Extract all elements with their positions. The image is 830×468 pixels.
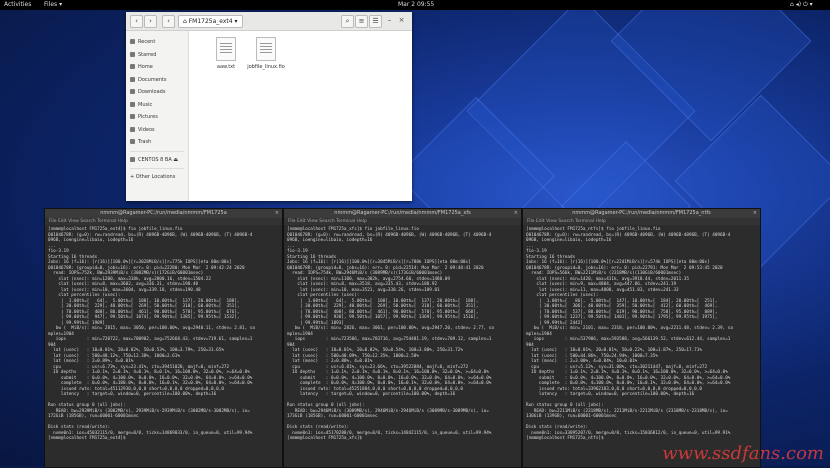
path-up-icon[interactable]: ‹	[162, 15, 175, 28]
music-icon	[130, 101, 135, 107]
terminal-line: [nmmm@localhost FM1725a_ext4]$	[48, 436, 129, 441]
files-window[interactable]: ‹ › ‹ ⌂ FM1725a_ext4 ▾ ⌕ ≡ ☰ – × Recent …	[126, 12, 412, 201]
terminal-line: bw ( MiB/s): min= 2815, max= 3050, per=1…	[48, 326, 255, 331]
terminal-window-xfs[interactable]: nmmm@Ragamer-PC:/run/media/nmmm/FM1725a_…	[283, 208, 522, 468]
terminal-menubar[interactable]: File Edit View Search Terminal Help	[523, 218, 760, 225]
sidebar-item-starred[interactable]: Starred	[126, 49, 188, 62]
trash-icon	[130, 139, 135, 144]
back-button[interactable]: ‹	[130, 15, 143, 28]
text-file-icon	[256, 37, 276, 61]
top-bar: Activities Files ▾ Mar 2 09:55 ⌂ ◂) ⏻ ▾	[0, 0, 830, 10]
watermark: www.ssdfans.com	[662, 443, 824, 464]
terminal-output[interactable]: [nmmm@localhost FM1725a_xfs]$ fio jobfil…	[284, 226, 521, 467]
terminal-line: IO depths : 1=0.1%, 2=0.1%, 4=0.1%, 8=0.…	[48, 370, 250, 375]
search-icon[interactable]: ⌕	[341, 15, 354, 28]
file-item[interactable]: jobfile_linux.fio	[246, 37, 286, 70]
sidebar-item-videos[interactable]: Videos	[126, 124, 188, 137]
terminal-output[interactable]: [nmmm@localhost FM1725a_ext4]$ fio jobfi…	[45, 226, 282, 467]
forward-button[interactable]: ›	[144, 15, 157, 28]
terminal-window-ext4[interactable]: nmmm@Ragamer-PC:/run/media/nmmm/FM1725a …	[44, 208, 283, 468]
terminal-menubar[interactable]: File Edit View Search Terminal Help	[284, 218, 521, 225]
disc-icon	[130, 156, 135, 162]
minimize-icon[interactable]: –	[384, 15, 395, 26]
sidebar-item-other-locations[interactable]: + Other Locations	[126, 171, 188, 184]
close-icon[interactable]: ×	[514, 209, 518, 218]
close-icon[interactable]: ×	[396, 15, 407, 26]
terminal-line: iops : min=723506, max=783716, avg=75448…	[287, 337, 492, 342]
download-icon	[130, 89, 135, 94]
picture-icon	[130, 114, 135, 119]
close-icon[interactable]: ×	[275, 209, 279, 218]
terminal-line: complete : 0=0.0%, 4=100.0%, 8=0.0%, 16=…	[48, 381, 253, 386]
sidebar-item-centos[interactable]: CENTOS 8 BA ⏏	[126, 154, 188, 167]
view-toggle-icon[interactable]: ≡	[355, 15, 368, 28]
video-icon	[130, 126, 135, 132]
path-segment: FM1725a_ext4	[188, 18, 233, 25]
terminal-line: IO depths : 1=0.1%, 2=0.1%, 4=0.1%, 8=0.…	[287, 370, 489, 375]
clock[interactable]: Mar 2 09:55	[398, 0, 434, 10]
sidebar-item-documents[interactable]: Documents	[126, 74, 188, 87]
terminal-output[interactable]: [nmmm@localhost FM1725a_ntfs]$ fio jobfi…	[523, 226, 760, 467]
app-menu[interactable]: Files ▾	[44, 0, 62, 10]
star-icon	[130, 51, 135, 57]
sidebar-item-home[interactable]: Home	[126, 61, 188, 74]
activities-button[interactable]: Activities	[4, 0, 31, 10]
terminal-line: iops : min=720722, max=780902, avg=75266…	[48, 337, 253, 342]
terminal-line: bw ( MiB/s): min= 2826, max= 3061, per=1…	[287, 326, 494, 331]
files-sidebar: Recent Starred Home Documents Downloads …	[126, 31, 189, 201]
system-tray[interactable]: ⌂ ◂) ⏻ ▾	[790, 0, 813, 10]
terminal-menubar[interactable]: File Edit View Search Terminal Help	[45, 218, 282, 225]
clock-icon	[130, 39, 135, 44]
close-icon[interactable]: ×	[753, 209, 757, 218]
terminal-line: complete : 0=0.0%, 4=100.0%, 8=0.0%, 16=…	[287, 381, 492, 386]
files-titlebar[interactable]: ‹ › ‹ ⌂ FM1725a_ext4 ▾ ⌕ ≡ ☰ – ×	[126, 12, 412, 31]
text-file-icon	[216, 37, 236, 61]
terminal-titlebar[interactable]: nmmm@Ragamer-PC:/run/media/nmmm/FM1725a_…	[284, 209, 521, 218]
terminal-line: bw ( MiB/s): min= 2101, max= 2318, per=1…	[526, 326, 733, 331]
sidebar-item-downloads[interactable]: Downloads	[126, 86, 188, 99]
terminal-line: [nmmm@localhost FM1725a_ntfs]$	[526, 436, 607, 441]
terminal-titlebar[interactable]: nmmm@Ragamer-PC:/run/media/nmmm/FM1725a_…	[523, 209, 760, 218]
file-item[interactable]: aaw.txt	[206, 37, 246, 70]
sidebar-item-trash[interactable]: Trash	[126, 136, 188, 149]
sidebar-item-recent[interactable]: Recent	[126, 36, 188, 49]
terminal-line: iops : min=537906, max=593588, avg=56613…	[526, 337, 731, 342]
home-icon	[130, 64, 135, 69]
path-bar[interactable]: ⌂ FM1725a_ext4 ▾	[178, 15, 243, 28]
terminal-line: [nmmm@localhost FM1725a_xfs]$	[287, 436, 365, 441]
document-icon	[130, 76, 135, 82]
terminal-window-ntfs[interactable]: nmmm@Ragamer-PC:/run/media/nmmm/FM1725a_…	[522, 208, 761, 468]
sidebar-item-pictures[interactable]: Pictures	[126, 111, 188, 124]
menu-icon[interactable]: ☰	[369, 15, 382, 28]
terminal-line: IO depths : 1=0.1%, 2=0.1%, 4=0.1%, 8=0.…	[526, 370, 728, 375]
sidebar-item-music[interactable]: Music	[126, 99, 188, 112]
terminal-titlebar[interactable]: nmmm@Ragamer-PC:/run/media/nmmm/FM1725a …	[45, 209, 282, 218]
terminal-line: complete : 0=0.0%, 4=100.0%, 8=0.0%, 16=…	[526, 381, 731, 386]
